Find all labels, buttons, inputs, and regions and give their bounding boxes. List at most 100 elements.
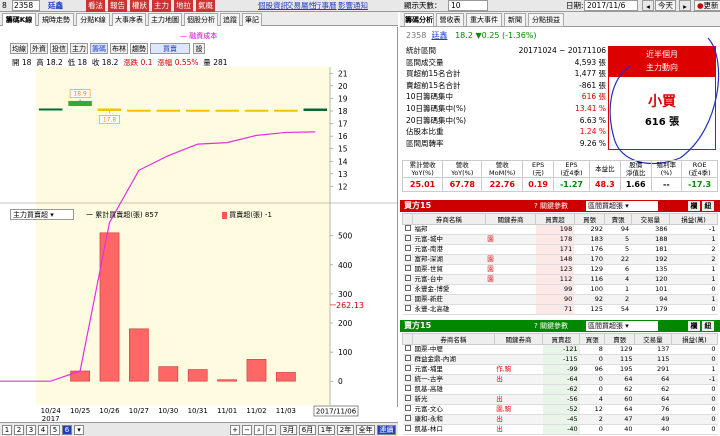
table-cell: 園 — [485, 274, 536, 285]
table-row[interactable]: 國票-中壢 -121 8 129 137 0 — [402, 344, 718, 355]
tab-realtime[interactable]: 規時走勢 — [38, 13, 74, 26]
table-row[interactable]: 國票-新莊 90 92 2 94 1 — [402, 294, 718, 305]
btn-report[interactable]: 報告 — [108, 0, 127, 12]
period-6m[interactable]: 6月 — [299, 425, 316, 435]
tab-news[interactable]: 新聞 — [504, 13, 526, 27]
row-checkbox[interactable] — [404, 275, 411, 281]
buy-btn-button[interactable]: 紐 — [702, 201, 714, 211]
page-4[interactable]: 4 — [38, 425, 48, 435]
tab-notes[interactable]: 筆記 — [242, 13, 262, 26]
table-row[interactable]: 國票-世貿園 123 129 6 135 1 — [402, 264, 718, 275]
row-checkbox[interactable] — [404, 255, 411, 261]
tab-chip-analysis[interactable]: 籌碼分析 — [404, 13, 434, 27]
checkbox-cell — [402, 364, 413, 375]
period-3m[interactable]: 3月 — [280, 425, 297, 435]
row-checkbox[interactable] — [404, 395, 411, 401]
quote-change: ▼0.25 (-1.36%) — [475, 31, 537, 40]
table-row[interactable]: 福邦 198 292 94 386 -1 — [402, 224, 718, 235]
refresh-button[interactable]: ●更新 — [694, 0, 720, 11]
table-row[interactable]: 新光出 -56 4 60 64 0 — [402, 394, 718, 405]
sell-btn-button[interactable]: 紐 — [702, 321, 714, 331]
period-2y[interactable]: 2年 — [337, 425, 354, 435]
btn-pull[interactable]: 地拉 — [174, 0, 193, 12]
chevron-down-icon[interactable]: ▾ — [74, 425, 84, 435]
price-tick-label: 17 — [338, 120, 348, 129]
quote-name[interactable]: 廷鑫 — [431, 31, 447, 40]
page-2[interactable]: 2 — [14, 425, 24, 435]
btn-main[interactable]: 主力 — [152, 0, 171, 12]
checkbox-cell — [402, 264, 413, 275]
table-row[interactable]: 凱基-林口出 -40 0 40 40 0 — [402, 424, 718, 435]
table-row[interactable]: 元富-文心 園,駒 -52 12 64 76 0 — [402, 404, 718, 415]
buy-col-button[interactable]: 欄 — [688, 201, 700, 211]
btn-view[interactable]: 看法 — [86, 0, 105, 12]
display-days-select[interactable]: 10 — [448, 0, 488, 11]
table-row[interactable]: 永豐金-博愛 99 100 1 101 0 — [402, 284, 718, 295]
period-1y[interactable]: 1年 — [318, 425, 335, 435]
page-3[interactable]: 3 — [26, 425, 36, 435]
link-trade[interactable]: 交易屬性 — [286, 0, 316, 12]
row-checkbox[interactable] — [404, 405, 411, 411]
tab-events[interactable]: 大事序表 — [112, 13, 146, 26]
search-minus-icon[interactable]: ⌕ — [266, 425, 276, 435]
search-icon[interactable]: ⌕ — [254, 425, 264, 435]
table-row[interactable]: 富邦-深湖園 148 170 22 192 2 — [402, 254, 718, 265]
page-1[interactable]: 1 — [2, 425, 12, 435]
stock-code-input[interactable]: 2358 — [12, 0, 40, 11]
zoom-in-icon[interactable]: + — [230, 425, 240, 435]
tab-kline[interactable]: 籌碼K線 — [2, 13, 36, 26]
table-row[interactable]: 元富-台中園 112 116 4 120 1 — [402, 274, 718, 285]
table-row[interactable]: 康和-永和出 -45 2 47 49 0 — [402, 414, 718, 425]
tab-track[interactable]: 追蹤 — [220, 13, 240, 26]
page-5[interactable]: 5 — [50, 425, 60, 435]
link-notify[interactable]: 影響通知 — [338, 0, 368, 12]
tab-analysis[interactable]: 個股分析 — [184, 13, 218, 26]
stat-label: 買超前15名合計 — [406, 69, 461, 79]
page-6[interactable]: 6 — [62, 425, 72, 435]
link-info[interactable]: 個股資訊 — [258, 0, 288, 12]
sell-col-button[interactable]: 欄 — [688, 321, 700, 331]
row-checkbox[interactable] — [404, 355, 411, 361]
row-checkbox[interactable] — [404, 285, 411, 291]
today-button[interactable]: 今天 — [655, 0, 676, 11]
row-checkbox[interactable] — [404, 265, 411, 271]
table-row[interactable]: 統一-古亭出 -64 0 64 64 -1 — [402, 374, 718, 385]
vol-tick-label: 500 — [338, 232, 353, 241]
row-checkbox[interactable] — [404, 385, 411, 391]
row-checkbox[interactable] — [404, 295, 411, 301]
table-cell: 183 — [574, 234, 605, 245]
row-checkbox[interactable] — [404, 345, 411, 351]
row-checkbox[interactable] — [404, 365, 411, 371]
period-all[interactable]: 全年 — [356, 425, 375, 435]
table-row[interactable]: 群益金鼎-內湖 -115 0 115 115 0 — [402, 354, 718, 365]
btn-rights[interactable]: 權狀 — [130, 0, 149, 12]
table-row[interactable]: 元富-城中園 178 183 5 188 1 — [402, 234, 718, 245]
tab-branch-kline[interactable]: 分點K線 — [76, 13, 110, 26]
chevron-right-icon[interactable]: ▸ — [679, 0, 691, 11]
tab-revenue[interactable]: 營收表 — [436, 13, 464, 27]
table-row[interactable]: 凱基-高雄 -62 0 62 62 0 — [402, 384, 718, 395]
row-checkbox[interactable] — [404, 425, 411, 431]
period-continuous[interactable]: 連續 — [377, 425, 396, 435]
table-row[interactable]: 永豐-北高雄 71 125 54 179 0 — [402, 304, 718, 315]
row-checkbox[interactable] — [404, 375, 411, 381]
chevron-left-icon[interactable]: ◂ — [642, 0, 654, 11]
row-checkbox[interactable] — [404, 225, 411, 231]
btn-mood[interactable]: 氣概 — [196, 0, 215, 12]
table-row[interactable]: 元富-埔里 作,駒 -99 96 195 291 1 — [402, 364, 718, 375]
row-checkbox[interactable] — [404, 245, 411, 251]
link-calendar[interactable]: 行事曆 — [314, 0, 337, 12]
buy-rel-select[interactable]: 區間買超張 ▾ — [586, 201, 658, 211]
tab-major-events[interactable]: 重大事件 — [466, 13, 502, 27]
table-row[interactable]: 元富-南港 171 176 5 181 2 — [402, 244, 718, 255]
row-checkbox[interactable] — [404, 305, 411, 311]
row-checkbox[interactable] — [404, 415, 411, 421]
date-input[interactable]: 2017/11/6 — [584, 0, 638, 11]
tab-branch-pl[interactable]: 分點損益 — [528, 13, 564, 27]
row-checkbox[interactable] — [404, 235, 411, 241]
table-cell: 出 — [494, 394, 543, 405]
zoom-out-icon[interactable]: − — [242, 425, 252, 435]
indicator-select[interactable]: 主力買賣超 ▾ — [10, 209, 74, 220]
sell-rel-select[interactable]: 區間買超張 ▾ — [586, 321, 658, 331]
tab-main-map[interactable]: 主力地圖 — [148, 13, 182, 26]
